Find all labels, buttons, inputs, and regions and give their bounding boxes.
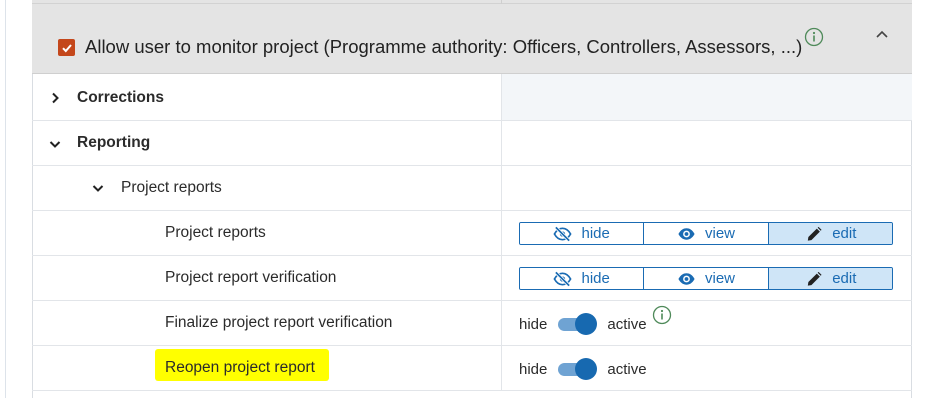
toggle-hide-label: hide <box>519 360 548 378</box>
eye-slash-icon <box>553 225 573 242</box>
tree-row-project-reports: Project reports hide view edit <box>32 211 912 256</box>
header-top-line <box>32 3 912 4</box>
chevron-down-icon[interactable] <box>91 181 105 195</box>
project-reports-group-label: Project reports <box>121 179 222 196</box>
reporting-label: Reporting <box>77 134 151 151</box>
chevron-down-icon[interactable] <box>48 137 62 151</box>
hide-option-label: hide <box>581 270 610 287</box>
finalize-verification-toggle-group: hide active <box>519 312 647 336</box>
column-divider <box>501 166 502 210</box>
reopen-project-report-label: Reopen project report <box>165 359 315 376</box>
tree-row-reopen-project-report: Reopen project report hide active <box>32 346 912 391</box>
edit-option-label: edit <box>832 270 857 287</box>
project-reports-permission-selector: hide view edit <box>519 222 893 245</box>
view-option-label: view <box>704 225 735 242</box>
info-icon[interactable] <box>804 27 824 47</box>
corrections-label: Corrections <box>77 89 164 106</box>
tree-row-finalize-verification: Finalize project report verification hid… <box>32 301 912 346</box>
finalize-verification-toggle[interactable] <box>558 312 598 336</box>
chevron-right-icon[interactable] <box>48 91 62 105</box>
tree-row-corrections[interactable]: Corrections <box>32 74 912 121</box>
edit-option[interactable]: edit <box>768 268 892 289</box>
pencil-icon <box>808 271 822 286</box>
reopen-project-report-toggle-group: hide active <box>519 357 647 381</box>
header-divider <box>501 0 502 4</box>
monitor-project-label: Allow user to monitor project (Programme… <box>85 36 803 57</box>
edit-option-label: edit <box>832 225 857 242</box>
verification-permission-selector: hide view edit <box>519 267 893 290</box>
hide-option[interactable]: hide <box>520 223 645 244</box>
chevron-up-icon[interactable] <box>874 27 890 43</box>
project-report-verification-label: Project report verification <box>165 269 337 286</box>
column-divider <box>501 74 502 120</box>
monitor-project-checkbox[interactable] <box>58 39 75 56</box>
column-divider <box>501 211 502 255</box>
info-icon[interactable] <box>652 305 672 325</box>
tree-row-reporting[interactable]: Reporting <box>32 121 912 166</box>
toggle-hide-label: hide <box>519 315 548 333</box>
view-option[interactable]: view <box>644 223 769 244</box>
column-divider <box>501 346 502 390</box>
column-divider <box>501 256 502 300</box>
eye-icon <box>678 272 695 285</box>
finalize-verification-label: Finalize project report verification <box>165 314 393 331</box>
toggle-active-label: active <box>607 360 647 378</box>
view-option[interactable]: view <box>644 268 769 289</box>
toggle-active-label: active <box>607 315 647 333</box>
hide-option[interactable]: hide <box>520 268 645 289</box>
toggle-knob <box>575 358 598 380</box>
eye-slash-icon <box>553 270 573 287</box>
reopen-project-report-toggle[interactable] <box>558 357 598 381</box>
eye-icon <box>678 227 695 240</box>
checkmark-icon <box>61 43 72 52</box>
column-divider <box>501 121 502 165</box>
view-option-label: view <box>704 270 735 287</box>
project-reports-label: Project reports <box>165 224 266 241</box>
pencil-icon <box>808 226 822 241</box>
hide-option-label: hide <box>581 225 610 242</box>
tree-row-project-report-verification: Project report verification hide view ed… <box>32 256 912 301</box>
toggle-knob <box>575 313 598 335</box>
tree-row-project-reports-group[interactable]: Project reports <box>32 166 912 211</box>
column-divider <box>501 301 502 345</box>
edit-option[interactable]: edit <box>768 223 892 244</box>
corrections-permission-cell <box>502 74 912 120</box>
monitor-project-header[interactable]: Allow user to monitor project (Programme… <box>32 0 912 74</box>
left-border <box>5 0 6 398</box>
